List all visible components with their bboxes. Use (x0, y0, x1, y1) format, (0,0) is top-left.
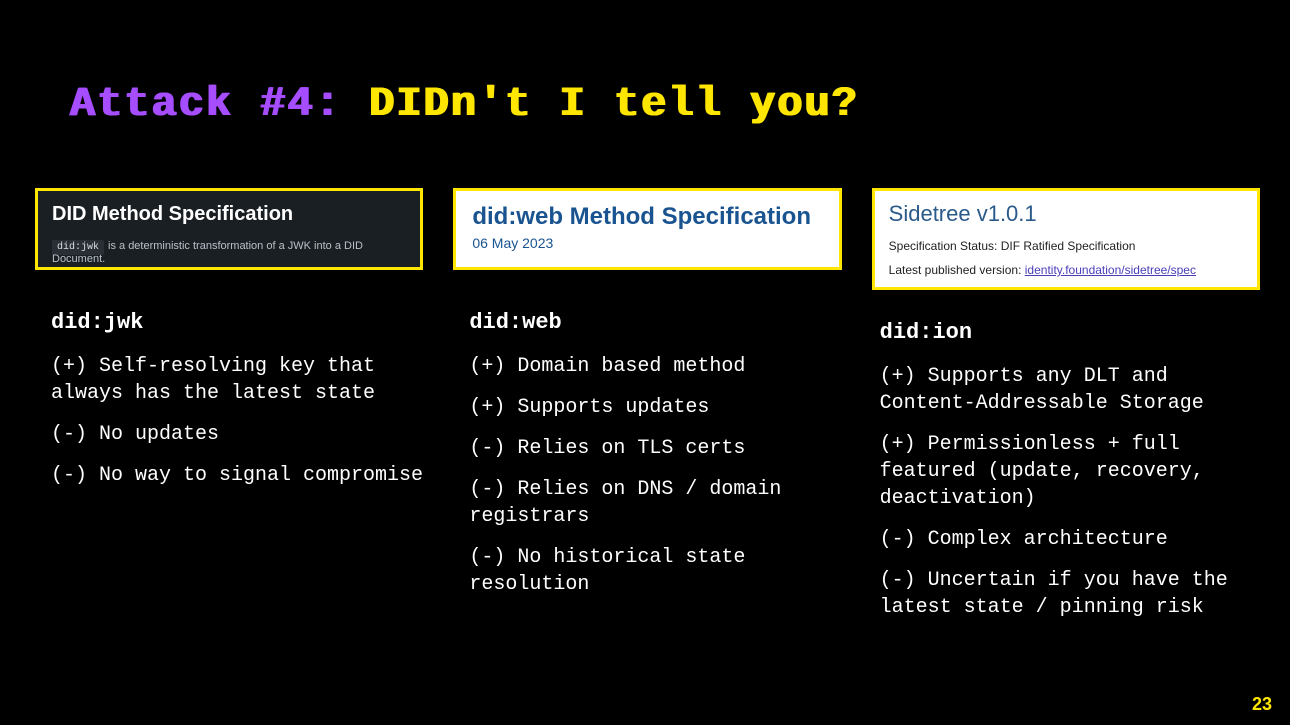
bullet-item: (+) Supports any DLT and Content-Address… (872, 363, 1260, 417)
bullet-item: (-) No updates (35, 421, 423, 448)
content-columns: DID Method Specification did:jwkis a det… (0, 128, 1290, 635)
column-did-ion: Sidetree v1.0.1 Specification Status: DI… (872, 188, 1260, 635)
title-rest: DIDn't I tell you? (342, 80, 859, 128)
column-did-web: did:web Method Specification 06 May 2023… (453, 188, 841, 635)
spec-card-subtitle: did:jwkis a deterministic transformation… (52, 240, 406, 265)
bullet-item: (+) Domain based method (453, 353, 841, 380)
spec-card-date: 06 May 2023 (472, 235, 822, 251)
spec-card-did-jwk: DID Method Specification did:jwkis a det… (35, 188, 423, 270)
spec-card-did-web: did:web Method Specification 06 May 2023 (453, 188, 841, 270)
bullet-item: (+) Supports updates (453, 394, 841, 421)
spec-card-title: did:web Method Specification (472, 203, 822, 231)
page-number: 23 (1252, 694, 1272, 715)
bullet-item: (-) Relies on DNS / domain registrars (453, 476, 841, 530)
bullet-item: (-) No historical state resolution (453, 544, 841, 598)
spec-card-title: DID Method Specification (52, 203, 406, 226)
bullet-item: (-) No way to signal compromise (35, 462, 423, 489)
method-name-web: did:web (453, 310, 841, 335)
bullet-item: (-) Uncertain if you have the latest sta… (872, 567, 1260, 621)
slide-title: Attack #4: DIDn't I tell you? (0, 0, 1290, 128)
spec-latest-link[interactable]: identity.foundation/sidetree/spec (1025, 263, 1196, 277)
spec-card-title: Sidetree v1.0.1 (889, 201, 1243, 227)
method-name-ion: did:ion (872, 320, 1260, 345)
method-name-jwk: did:jwk (35, 310, 423, 335)
column-did-jwk: DID Method Specification did:jwkis a det… (35, 188, 423, 635)
spec-latest-label: Latest published version: (889, 263, 1025, 277)
bullet-item: (-) Complex architecture (872, 526, 1260, 553)
spec-status: Specification Status: DIF Ratified Speci… (889, 239, 1243, 253)
spec-latest-line: Latest published version: identity.found… (889, 263, 1243, 277)
bullet-item: (+) Self-resolving key that always has t… (35, 353, 423, 407)
spec-card-sidetree: Sidetree v1.0.1 Specification Status: DI… (872, 188, 1260, 290)
title-prefix: Attack #4: (70, 80, 342, 128)
bullet-item: (+) Permissionless + full featured (upda… (872, 431, 1260, 512)
bullet-item: (-) Relies on TLS certs (453, 435, 841, 462)
